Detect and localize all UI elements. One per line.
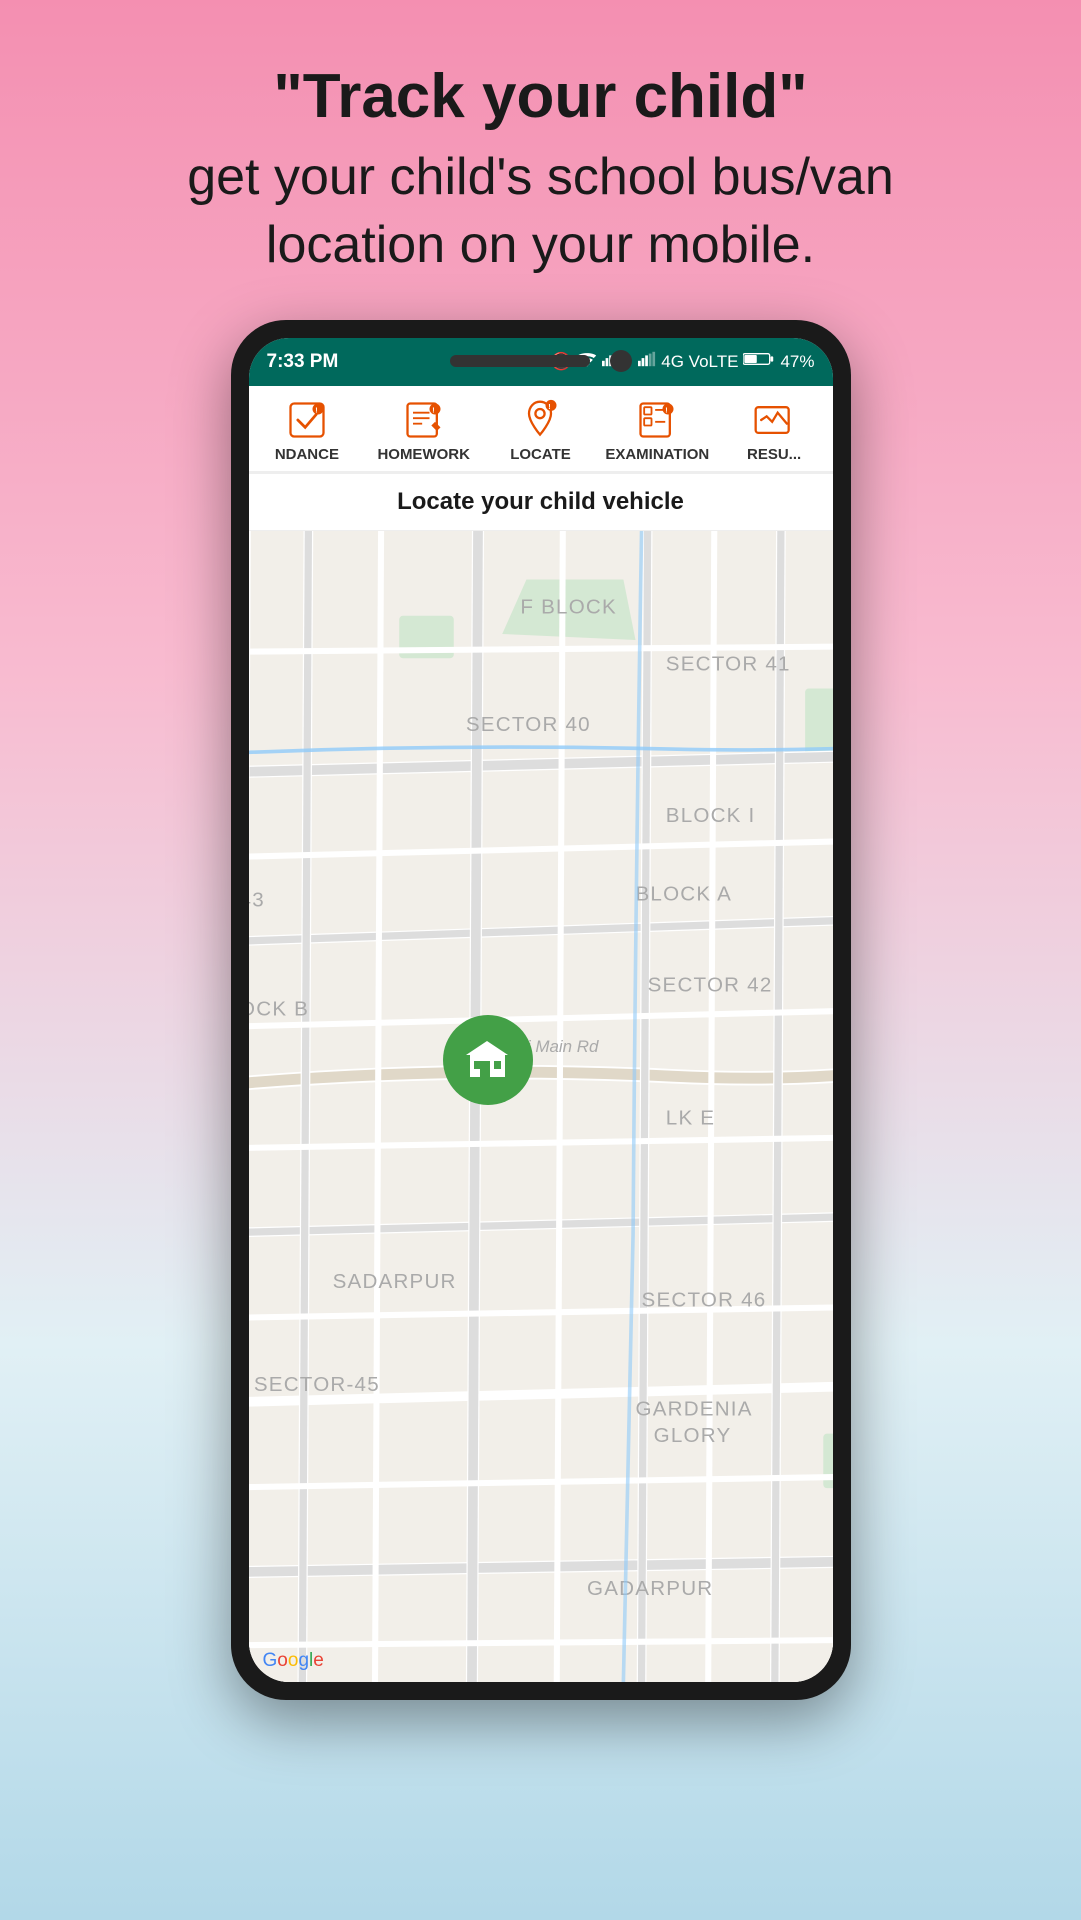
phone-camera [610,350,632,372]
tab-examination-label: EXAMINATION [603,446,712,463]
google-g2: g [298,1650,309,1671]
google-g: G [263,1650,278,1671]
svg-text:!: ! [666,405,668,414]
svg-text:BLOCK A: BLOCK A [635,882,732,905]
svg-text:SECTOR 40: SECTOR 40 [465,712,590,735]
google-o1: o [277,1650,288,1671]
svg-text:F BLOCK: F BLOCK [520,595,617,618]
tab-homework-label: HOMEWORK [369,446,478,463]
svg-text:SECTOR 41: SECTOR 41 [665,652,790,675]
location-marker [443,1015,533,1105]
phone-speaker [450,355,590,367]
svg-text:SECTOR 46: SECTOR 46 [641,1288,766,1311]
tab-locate[interactable]: ! LOCATE [482,386,599,471]
nav-tabs: ! NDANCE ! HOMEWORK [249,386,833,474]
signal2-icon [638,351,656,372]
network-label: 4G VoLTE [661,352,738,372]
status-time: 7:33 PM [267,351,339,373]
svg-text:SADARPUR: SADARPUR [332,1270,456,1293]
tab-locate-label: LOCATE [486,446,595,463]
svg-text:BLOCK I: BLOCK I [665,803,755,826]
tab-result-label: RESU... [720,446,829,463]
map-container[interactable]: F BLOCK SECTOR 41 SECTOR 40 BLOCK I OR 4… [249,531,833,1682]
school-icon [460,1033,515,1088]
phone-top-bar [450,350,632,372]
svg-text:BLOCK B: BLOCK B [249,997,309,1020]
battery-icon [743,351,775,372]
svg-text:LK E: LK E [665,1106,714,1129]
tab-homework[interactable]: ! HOMEWORK [365,386,482,471]
svg-text:GADARPUR: GADARPUR [587,1576,713,1599]
svg-text:SECTOR 42: SECTOR 42 [647,973,772,996]
tab-attendance-label: NDANCE [253,446,362,463]
marker-circle [443,1015,533,1105]
svg-text:!: ! [549,402,551,411]
tab-examination[interactable]: ! EXAMINATION [599,386,716,471]
tagline-subtitle: get your child's school bus/vanlocation … [187,144,894,279]
tab-attendance[interactable]: ! NDANCE [249,386,366,471]
svg-text:OR 43: OR 43 [249,888,265,911]
google-logo: Google [263,1650,324,1672]
svg-text:GARDENIA: GARDENIA [635,1397,752,1420]
phone-screen: 7:33 PM 0.48K/s 🔕 [249,338,833,1682]
tagline-section: "Track your child" get your child's scho… [107,0,974,320]
map-svg: F BLOCK SECTOR 41 SECTOR 40 BLOCK I OR 4… [249,531,833,1682]
page-title: Locate your child vehicle [249,474,833,531]
svg-text:SECTOR-45: SECTOR-45 [253,1373,379,1396]
svg-text:GLORY: GLORY [653,1424,731,1447]
google-e: e [313,1650,324,1671]
google-o2: o [288,1650,299,1671]
tab-result[interactable]: RESU... [716,386,833,471]
tagline-title: "Track your child" [187,60,894,134]
battery-percent: 47% [780,352,814,372]
svg-text:!: ! [315,405,317,414]
svg-text:!: ! [432,405,434,414]
phone-frame: 7:33 PM 0.48K/s 🔕 [231,320,851,1700]
